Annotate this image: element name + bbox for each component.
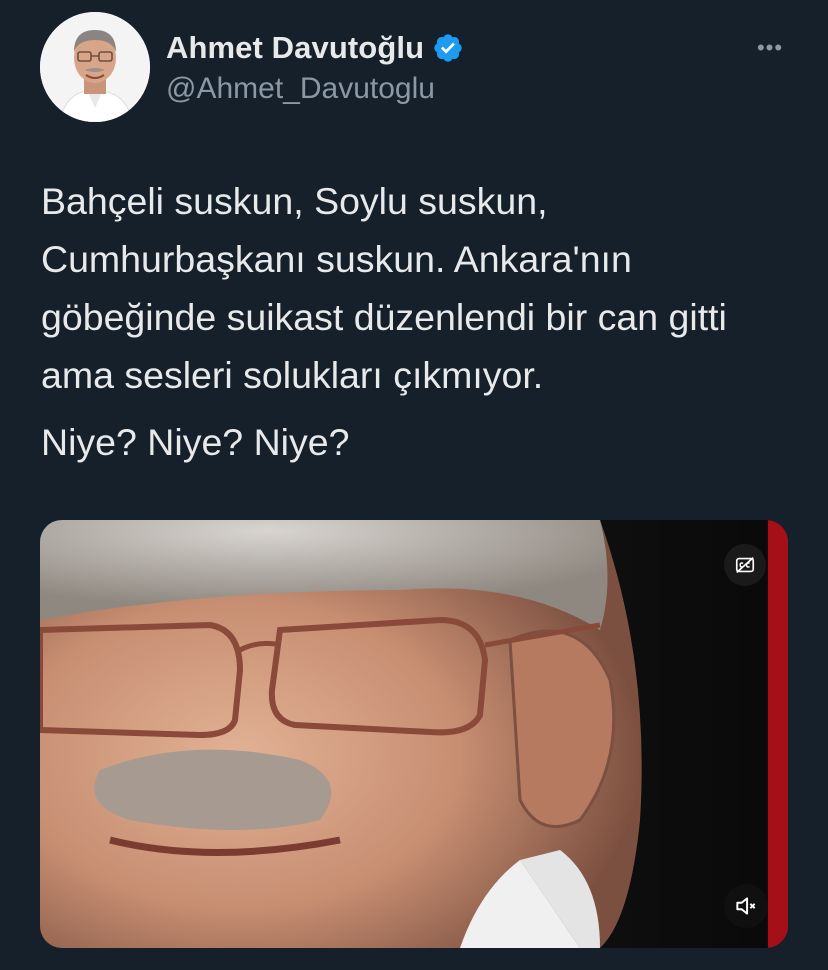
video-frame-image xyxy=(40,520,788,948)
more-options-button[interactable]: ••• xyxy=(752,35,788,60)
author-avatar[interactable] xyxy=(40,12,150,122)
volume-muted-icon xyxy=(736,897,756,915)
avatar-image xyxy=(40,12,150,122)
captions-off-icon xyxy=(735,557,755,573)
tweet-text: Bahçeli suskun, Soylu suskun, Cumhurbaşk… xyxy=(41,172,781,471)
mute-button[interactable] xyxy=(724,884,768,928)
author-handle[interactable]: @Ahmet_Davutoglu xyxy=(166,72,435,106)
verified-badge-icon xyxy=(434,34,462,62)
tweet-video[interactable] xyxy=(40,520,788,948)
author-name-row[interactable]: Ahmet Davutoğlu xyxy=(166,30,464,66)
author-display-name[interactable]: Ahmet Davutoğlu xyxy=(166,30,424,66)
tweet-paragraph-1: Bahçeli suskun, Soylu suskun, Cumhurbaşk… xyxy=(41,180,727,396)
tweet-paragraph-2: Niye? Niye? Niye? xyxy=(41,421,350,463)
captions-button[interactable] xyxy=(724,544,766,586)
tweet: Ahmet Davutoğlu @Ahmet_Davutoglu ••• Bah… xyxy=(0,0,828,970)
more-horizontal-icon: ••• xyxy=(756,35,784,60)
